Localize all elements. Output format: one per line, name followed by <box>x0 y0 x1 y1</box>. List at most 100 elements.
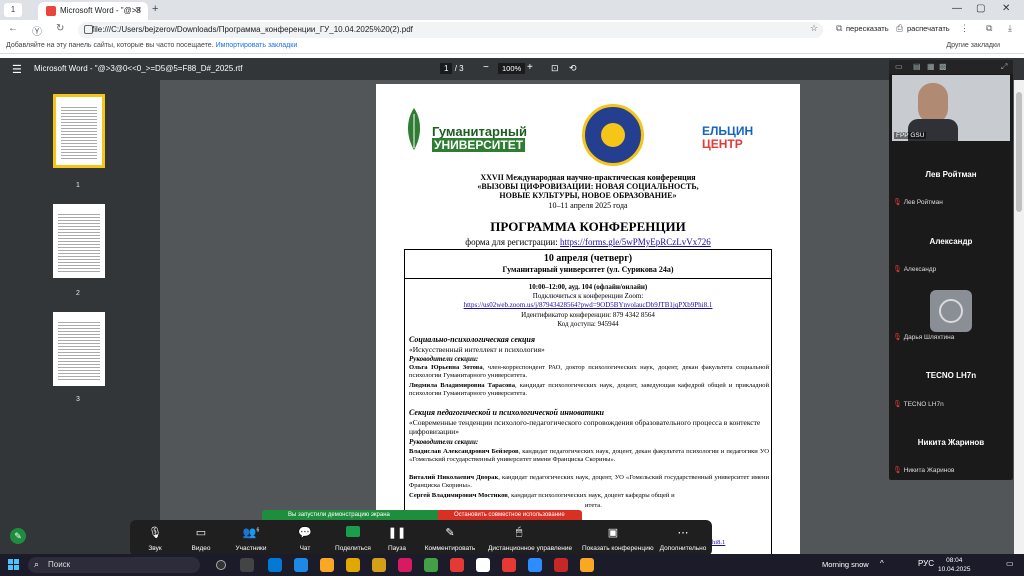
more-menu-icon[interactable]: ⋮ <box>960 23 969 34</box>
fit-page-icon[interactable]: ⊡ <box>551 63 559 74</box>
close-tab-icon[interactable]: ✕ <box>134 5 142 16</box>
back-icon[interactable]: ← <box>8 23 18 34</box>
page-thumbnail-1[interactable] <box>53 94 105 168</box>
participants-icon: 👥6 <box>242 527 260 539</box>
seal-logo <box>582 104 644 166</box>
gallery-view-icon[interactable]: ▦ <box>927 62 935 71</box>
annotate-icon[interactable]: ✎ <box>10 528 26 544</box>
gu-logo: Гуманитарный УНИВЕРСИТЕТ <box>402 106 550 152</box>
rotate-icon[interactable]: ⟲ <box>569 63 577 74</box>
zoom-in-icon[interactable]: + <box>527 62 533 73</box>
zoom-link-line: https://us02web.zoom.us/j/87943428564?pw… <box>405 301 771 309</box>
download-icon[interactable]: ⤓ <box>1008 23 1012 34</box>
bookmarks-message: Добавляйте на эту панель сайты, которые … <box>6 42 298 49</box>
reload-icon[interactable]: ↻ <box>56 23 64 34</box>
leaf-icon <box>408 108 420 150</box>
annotate-button[interactable]: ✎ Комментировать <box>419 526 481 552</box>
taskbar-app-icon[interactable] <box>424 558 438 572</box>
minimize-icon[interactable]: — <box>952 3 962 14</box>
stop-sharing-button[interactable]: Остановить совместное использование <box>438 510 582 520</box>
print-button[interactable]: распечатать <box>907 24 950 33</box>
participant-label: 🎙 Никита Жаринов <box>893 467 955 474</box>
pen-icon: ✎ <box>445 527 455 539</box>
zoom-input[interactable]: 100% <box>498 63 526 74</box>
cortana-icon[interactable] <box>216 560 226 570</box>
program-table: 10 апреля (четверг) Гуманитарный универс… <box>404 249 772 554</box>
windows-start-icon[interactable] <box>8 559 20 571</box>
speaker-view-icon[interactable]: ▭ <box>895 62 903 71</box>
taskbar-app-icon[interactable] <box>398 558 412 572</box>
taskbar-app-icon[interactable] <box>580 558 594 572</box>
translate-icon[interactable]: ⧉ <box>836 23 842 34</box>
new-tab-button[interactable]: + <box>152 3 158 15</box>
session-time: 10:00–12:00, ауд. 104 (офлайн/онлайн) <box>528 283 648 291</box>
expand-icon[interactable]: ⤢ <box>1001 62 1007 72</box>
registration-link[interactable]: https://forms.gle/5wPMyEpRCzLvVx726 <box>560 237 711 247</box>
taskbar-app-icon[interactable] <box>346 558 360 572</box>
zoom-out-icon[interactable]: − <box>483 62 489 73</box>
eltsin-center-logo: ЕЛЬЦИН <box>702 124 754 138</box>
scroll-thumb[interactable] <box>1016 92 1022 212</box>
zoom-connect-label: Подключиться к конференции Zoom: <box>532 292 644 300</box>
page-thumbnail-3[interactable] <box>53 312 105 386</box>
remote-control-button[interactable]: 🖱 Дистанционное управление <box>488 526 572 552</box>
section-1-leaders-label: Руководители секции: <box>409 355 479 363</box>
zoom-app-icon[interactable] <box>528 558 542 572</box>
close-window-icon[interactable]: ✕ <box>1002 3 1010 14</box>
browser-tab[interactable]: Microsoft Word - "@>3 ✕ <box>38 2 148 20</box>
menu-icon[interactable]: ☰ <box>12 63 22 76</box>
weather-widget[interactable]: Morning snow <box>822 560 869 569</box>
self-video-tile[interactable]: FPP GSU <box>892 75 1010 141</box>
participants-button[interactable]: 👥6 Участники <box>220 526 282 552</box>
section-2-leader-1: Владислав Александрович Бейзеров, кандид… <box>409 448 769 463</box>
edge-icon[interactable] <box>294 558 308 572</box>
participant-name: Александр <box>929 237 973 246</box>
address-bar[interactable]: file:///C:/Users/bejzerov/Downloads/Прог… <box>78 22 823 38</box>
strip-view-icon[interactable]: ▤ <box>913 62 921 71</box>
zoom-link[interactable]: https://us02web.zoom.us/j/87943428564?pw… <box>464 301 713 309</box>
language-indicator[interactable]: РУС <box>918 559 934 568</box>
yandex-icon[interactable]: Ⓨ <box>32 23 42 38</box>
page-scrollbar[interactable] <box>1014 80 1024 554</box>
grid-view-icon[interactable]: ▩ <box>939 62 947 71</box>
taskbar-search[interactable]: ⌕ Поиск <box>28 557 200 573</box>
bookmark-star-icon[interactable]: ☆ <box>810 23 818 34</box>
tab-title: Microsoft Word - "@>3 <box>60 6 141 15</box>
page-thumbnail-2[interactable] <box>53 204 105 278</box>
thumbnail-number: 1 <box>76 182 80 189</box>
extensions-icon[interactable]: ⧉ <box>986 23 992 34</box>
show-meeting-button[interactable]: ▣ Показать конференцию <box>582 526 654 552</box>
maximize-icon[interactable]: ▢ <box>976 3 985 14</box>
address-text[interactable]: file:///C:/Users/bejzerov/Downloads/Прог… <box>92 25 413 34</box>
participant-name: Лев Ройтман <box>925 170 977 179</box>
more-button[interactable]: ⋯ Дополнительно <box>652 526 714 552</box>
page-indicator: 1 / 3 <box>440 63 464 74</box>
yandex-browser-icon[interactable] <box>450 558 464 572</box>
pdf-document-title: Microsoft Word - "@>3@0<<0_>=D5@5=F88_D#… <box>34 64 243 73</box>
other-bookmarks[interactable]: Другие закладки <box>946 42 1000 49</box>
import-bookmarks-link[interactable]: Импортировать закладки <box>216 42 298 49</box>
meeting-icon: ▣ <box>607 527 619 539</box>
page-input[interactable]: 1 <box>440 63 453 74</box>
yandex-music-icon[interactable] <box>502 558 516 572</box>
section-1-title: Социально-психологическая секция <box>409 335 535 344</box>
tray-chevron-icon[interactable]: ^ <box>880 559 884 568</box>
section-2-leader-3: Сергей Владимирович Мостиков, кандидат п… <box>409 492 675 499</box>
notifications-icon[interactable]: ▭ <box>1006 559 1014 568</box>
clock[interactable]: 08:04 10.04.2025 <box>938 556 971 574</box>
print-icon[interactable]: ⎙ <box>896 23 903 34</box>
mouse-icon: 🖱 <box>515 526 523 538</box>
taskbar-app-icon[interactable] <box>372 558 386 572</box>
day-header: 10 апреля (четверг) Гуманитарный универс… <box>405 250 771 279</box>
summarize-button[interactable]: пересказать <box>846 24 889 33</box>
participant-label: 🎙 Дарья Шляхтина <box>893 334 955 341</box>
tab-list-button[interactable]: 1 <box>4 3 22 17</box>
mic-muted-icon: 🎙 <box>893 199 902 206</box>
day-title: 10 апреля (четверг) <box>543 253 633 264</box>
file-explorer-icon[interactable] <box>320 558 334 572</box>
yandex-icon[interactable] <box>476 558 490 572</box>
powerpoint-icon[interactable] <box>554 558 568 572</box>
task-view-icon[interactable] <box>240 558 254 572</box>
outlook-icon[interactable] <box>268 558 282 572</box>
participant-label: 🎙 Лев Ройтман <box>893 199 943 206</box>
